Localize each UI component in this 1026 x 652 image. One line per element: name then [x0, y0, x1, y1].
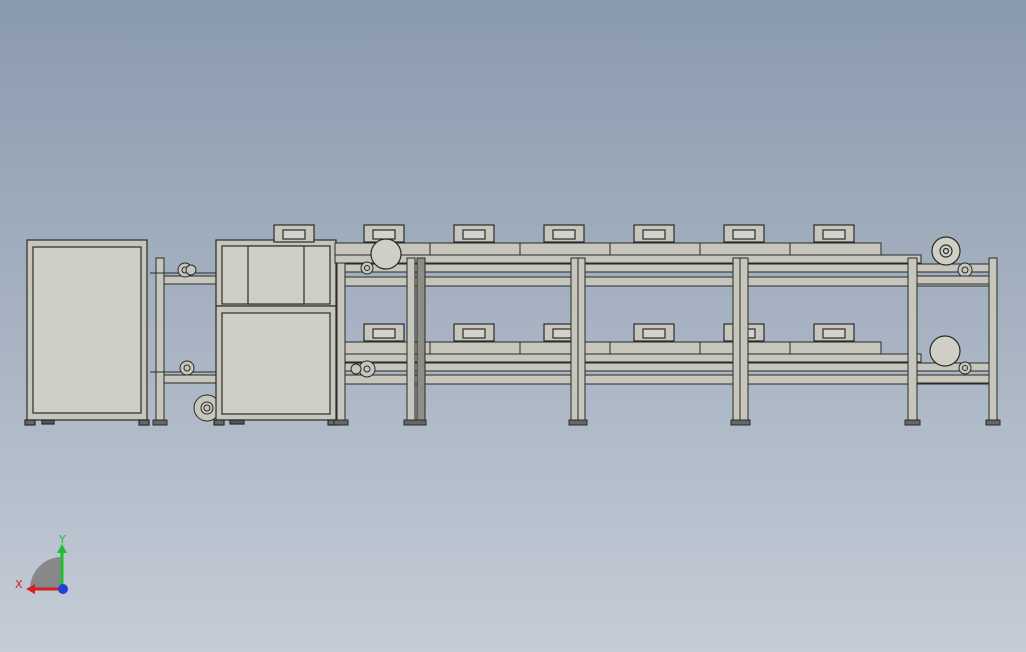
coordinate-triad: Y X	[15, 533, 68, 594]
drive-drum-icon	[929, 335, 961, 367]
carrier-handle-icon	[633, 224, 675, 243]
left-cabinet[interactable]	[24, 239, 150, 426]
sprocket-icon	[360, 261, 374, 275]
z-axis-dot	[58, 584, 68, 594]
sprocket-icon	[957, 262, 973, 278]
sprocket-icon	[958, 361, 972, 375]
upper-conveyor	[334, 242, 991, 287]
carrier-handle-icon	[453, 224, 495, 243]
carrier-handle-icon	[453, 323, 495, 342]
sprocket-icon	[179, 360, 195, 376]
carrier-handle-icon	[633, 323, 675, 342]
lower-conveyor	[344, 341, 991, 385]
drive-drum-icon	[931, 236, 961, 266]
x-axis-label: X	[15, 578, 23, 591]
carrier-handle-icon	[813, 323, 855, 342]
carrier-handle-icon	[723, 224, 765, 243]
carrier-handle-icon	[273, 224, 315, 243]
carrier-handle-icon	[363, 323, 405, 342]
middle-cabinet[interactable]	[213, 239, 339, 426]
carrier-handle-icon	[813, 224, 855, 243]
upper-carriers	[273, 224, 855, 243]
sprocket-icon	[177, 262, 197, 278]
drive-drum-icon	[370, 238, 402, 270]
y-axis-label: Y	[58, 533, 66, 546]
lower-carriers	[363, 323, 855, 342]
carrier-handle-icon	[543, 224, 585, 243]
cad-model-view[interactable]: Y X	[0, 0, 1026, 652]
graphics-viewport[interactable]: Y X	[0, 0, 1026, 652]
